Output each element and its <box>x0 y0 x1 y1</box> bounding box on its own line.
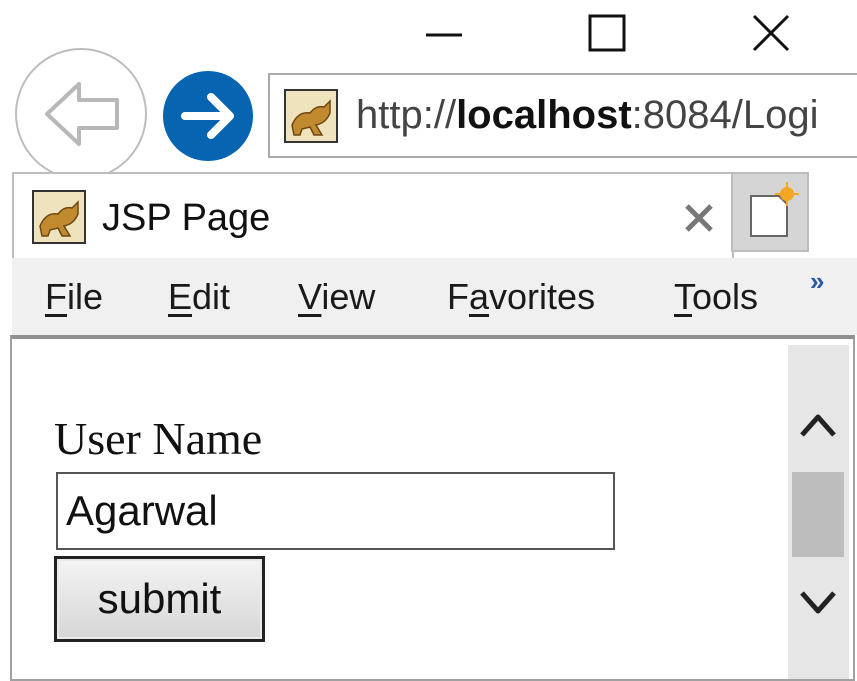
tomcat-icon <box>284 89 338 143</box>
page-viewport: User Name submit <box>10 335 855 681</box>
minimize-icon <box>426 33 462 37</box>
tab-title: JSP Page <box>102 197 271 239</box>
maximize-icon <box>588 14 626 52</box>
scrollbar-thumb[interactable] <box>792 472 844 557</box>
close-window-button[interactable] <box>740 8 800 58</box>
new-tab-icon <box>750 182 799 237</box>
tomcat-icon <box>32 190 86 244</box>
user-name-label: User Name <box>54 413 263 464</box>
menu-tools[interactable]: Tools <box>674 275 758 319</box>
menu-favorites[interactable]: Favorites <box>447 275 595 319</box>
menu-view[interactable]: View <box>298 275 375 319</box>
new-tab-button[interactable] <box>731 172 809 252</box>
close-tab-icon[interactable] <box>679 198 719 238</box>
username-input[interactable] <box>56 472 615 550</box>
menu-bar: File Edit View Favorites Tools » <box>12 258 857 335</box>
maximize-button[interactable] <box>577 8 637 58</box>
chevron-up-icon[interactable] <box>796 405 840 445</box>
chevron-down-icon[interactable] <box>796 583 840 623</box>
menu-edit[interactable]: Edit <box>168 275 230 319</box>
minimize-button[interactable] <box>412 8 472 58</box>
forward-arrow-icon <box>181 93 234 139</box>
back-button[interactable] <box>15 48 147 180</box>
close-icon <box>752 14 790 52</box>
forward-button[interactable] <box>163 71 253 161</box>
vertical-scrollbar[interactable] <box>788 345 849 679</box>
menu-overflow-chevron[interactable]: » <box>810 266 824 296</box>
submit-button[interactable]: submit <box>54 556 265 642</box>
address-bar[interactable]: http://localhost:8084/Logi <box>268 73 857 158</box>
tab-jsp-page[interactable]: JSP Page <box>12 172 734 262</box>
back-arrow-icon <box>45 82 119 146</box>
menu-file[interactable]: File <box>45 275 103 319</box>
url-text: http://localhost:8084/Logi <box>356 93 819 137</box>
